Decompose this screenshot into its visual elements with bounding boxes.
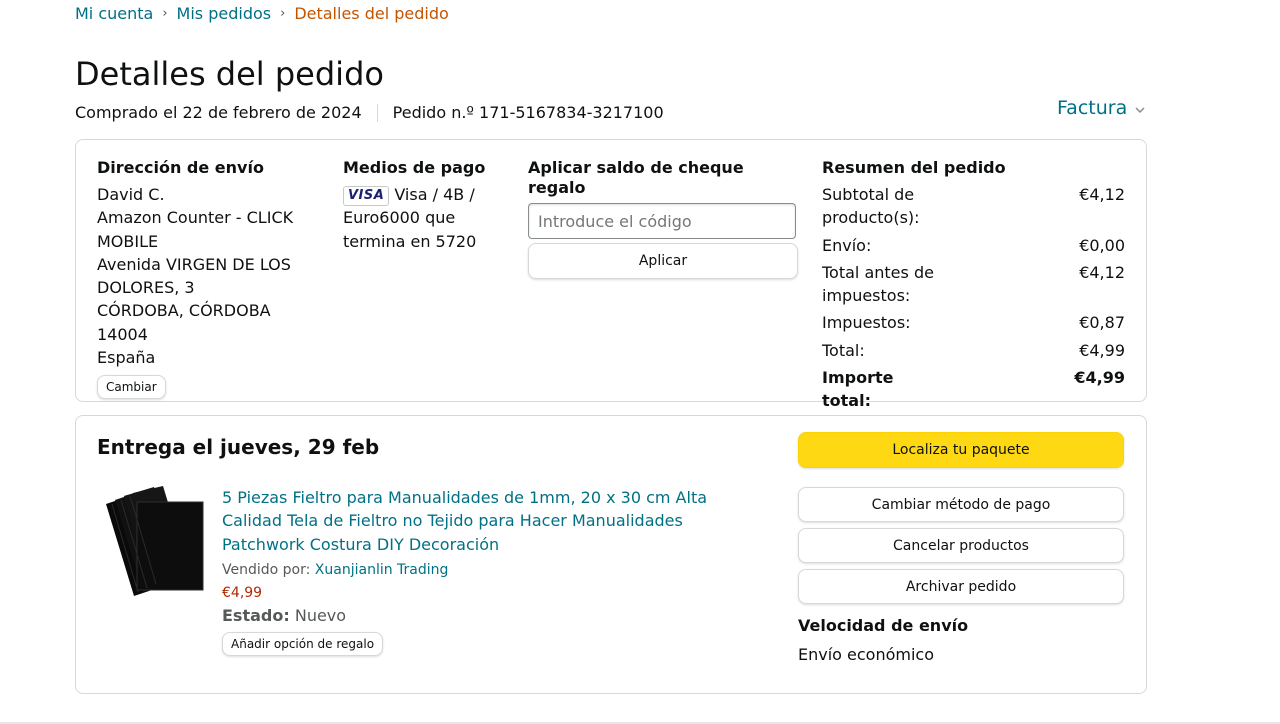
chevron-right-icon: › [162,6,168,21]
order-actions: Localiza tu paquete Cambiar método de pa… [798,432,1124,665]
address-line: Avenida VIRGEN DE LOS DOLORES, 3 [97,254,291,298]
order-summary-card: Dirección de envío David C. Amazon Count… [75,139,1147,410]
order-meta: Comprado el 22 de febrero de 2024 Pedido… [75,103,664,123]
summary-value: €4,99 [1074,368,1125,388]
page-title: Detalles del pedido [75,55,384,93]
summary-label: Total antes de impuestos: [822,262,934,306]
shipping-speed-value: Envío económico [798,645,935,664]
product-title-link[interactable]: 5 Piezas Fieltro para Manualidades de 1m… [222,486,767,556]
breadcrumb-my-orders-link[interactable]: Mis pedidos [177,4,272,24]
summary-label: Subtotal de producto(s): [822,185,920,228]
summary-label: Impuestos: [822,313,911,333]
product-image[interactable] [102,486,208,596]
cancel-items-button[interactable]: Cancelar productos [798,528,1124,563]
summary-row: Impuestos: €0,87 [822,311,1125,334]
gift-card-heading: Aplicar saldo de cheque regalo [528,158,744,197]
address-line: Amazon Counter - CLICK MOBILE [97,208,294,251]
seller-link[interactable]: Xuanjianlin Trading [315,562,449,578]
seller-info: Vendido por: Xuanjianlin Trading [222,560,767,580]
summary-value: €4,12 [1079,262,1125,282]
condition-value: Nuevo [294,605,347,625]
summary-grand-total-row: Importe total: €4,99 [822,366,1125,413]
order-summary-section: Resumen del pedido Subtotal de producto(… [822,158,1125,417]
summary-value: €4,99 [1079,340,1125,360]
summary-value: €4,12 [1079,185,1125,204]
gift-card-section: Aplicar saldo de cheque regalo Aplicar [528,158,800,279]
chevron-down-icon [1135,96,1145,120]
summary-row: Subtotal de producto(s): €4,12 [822,183,1125,230]
address-line: David C. [97,185,165,204]
breadcrumb: Mi cuenta › Mis pedidos › Detalles del p… [75,4,449,24]
summary-row: Envío: €0,00 [822,234,1125,257]
order-number: Pedido n.º 171-5167834-3217100 [392,103,664,122]
shipping-speed-heading: Velocidad de envío [798,616,969,635]
gift-code-input[interactable] [528,203,796,239]
address-line: CÓRDOBA, CÓRDOBA 14004 [97,301,271,344]
delivery-card: Entrega el jueves, 29 feb 5 Piezas Fielt… [75,415,1147,694]
payment-method-text: VISA Visa / 4B / Euro6000 que termina en … [343,183,515,253]
delivery-date-heading: Entrega el jueves, 29 feb [97,435,380,459]
order-summary-heading: Resumen del pedido [822,158,1006,177]
track-package-button[interactable]: Localiza tu paquete [798,432,1124,468]
summary-value: €0,87 [1079,313,1125,333]
summary-row: Total: €4,99 [822,339,1125,362]
invoice-label: Factura [1057,97,1128,119]
address-line: España [97,348,156,368]
summary-label: Importe total: [822,368,894,411]
change-payment-method-button[interactable]: Cambiar método de pago [798,487,1124,522]
summary-row: Total antes de impuestos: €4,12 [822,261,1125,308]
change-address-button[interactable]: Cambiar [97,375,166,400]
archive-order-button[interactable]: Archivar pedido [798,569,1124,604]
product-condition: Estado: Nuevo [222,606,767,626]
shipping-address-heading: Dirección de envío [97,158,264,177]
apply-gift-button[interactable]: Aplicar [528,243,798,279]
sold-by-label: Vendido por: [222,561,311,578]
purchase-date: Comprado el 22 de febrero de 2024 [75,103,362,122]
product-info: 5 Piezas Fieltro para Manualidades de 1m… [222,486,767,656]
condition-label: Estado: [222,605,290,625]
payment-method-section: Medios de pago VISA Visa / 4B / Euro6000 … [343,158,515,253]
summary-label: Total: [822,340,865,360]
product-price: €4,99 [222,584,263,601]
breadcrumb-my-account-link[interactable]: Mi cuenta [75,4,153,24]
visa-card-icon: VISA [343,186,390,206]
breadcrumb-current: Detalles del pedido [294,4,449,23]
payment-method-heading: Medios de pago [343,158,486,177]
shipping-address-section: Dirección de envío David C. Amazon Count… [97,158,325,400]
summary-label: Envío: [822,235,872,255]
summary-value: €0,00 [1079,235,1125,255]
meta-divider [376,104,378,122]
invoice-dropdown[interactable]: Factura [1057,96,1145,120]
add-gift-option-button[interactable]: Añadir opción de regalo [222,631,384,656]
chevron-right-icon: › [280,6,286,21]
